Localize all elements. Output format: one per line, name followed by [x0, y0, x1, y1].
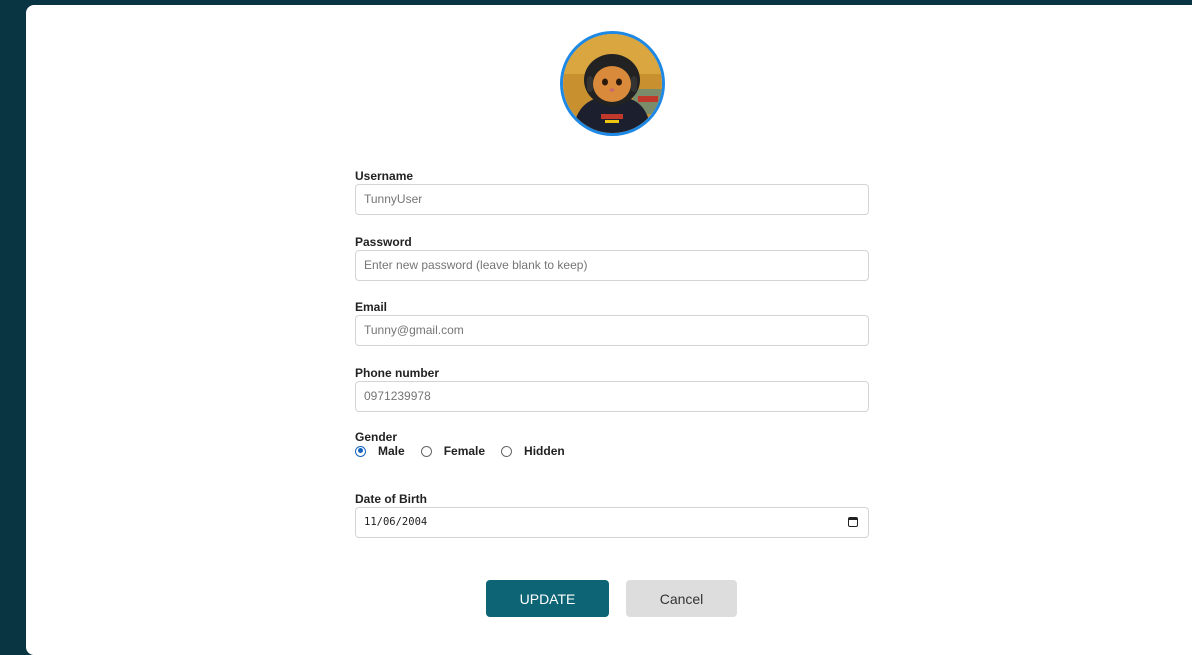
- calendar-icon[interactable]: [848, 517, 858, 527]
- gender-option-label: Hidden: [524, 444, 565, 458]
- gender-option-female[interactable]: Female: [420, 444, 486, 458]
- gender-radio-female[interactable]: [420, 445, 432, 457]
- dob-input[interactable]: 11/06/2004: [355, 507, 869, 538]
- update-button[interactable]: UPDATE: [486, 580, 609, 617]
- dob-field: Date of Birth 11/06/2004: [355, 492, 869, 538]
- username-label: Username: [355, 169, 414, 183]
- cancel-button[interactable]: Cancel: [626, 580, 737, 617]
- email-field: Email Tunny@gmail.com: [355, 300, 869, 346]
- avatar-image: [563, 34, 662, 133]
- profile-card: Username TunnyUser Password Enter new pa…: [26, 5, 1192, 655]
- gender-label: Gender: [355, 430, 398, 444]
- avatar[interactable]: [560, 31, 665, 136]
- password-input[interactable]: Enter new password (leave blank to keep): [355, 250, 869, 281]
- password-label: Password: [355, 235, 412, 249]
- gender-radio-hidden[interactable]: [501, 445, 513, 457]
- password-field: Password Enter new password (leave blank…: [355, 235, 869, 281]
- email-input[interactable]: Tunny@gmail.com: [355, 315, 869, 346]
- gender-option-male[interactable]: Male: [355, 444, 405, 458]
- username-input[interactable]: TunnyUser: [355, 184, 869, 215]
- dob-label: Date of Birth: [355, 492, 427, 506]
- phone-field: Phone number 0971239978: [355, 366, 869, 412]
- dob-value: 11/06/2004: [364, 516, 428, 528]
- gender-radio-male[interactable]: [355, 445, 366, 457]
- gender-option-hidden[interactable]: Hidden: [501, 444, 565, 458]
- email-label: Email: [355, 300, 388, 314]
- gender-option-label: Female: [443, 444, 486, 458]
- phone-label: Phone number: [355, 366, 440, 380]
- phone-input[interactable]: 0971239978: [355, 381, 869, 412]
- gender-radio-group: Male Female Hidden: [355, 444, 869, 458]
- username-field: Username TunnyUser: [355, 169, 869, 215]
- gender-field: Gender Male Female Hidden: [355, 431, 869, 458]
- gender-option-label: Male: [378, 444, 405, 458]
